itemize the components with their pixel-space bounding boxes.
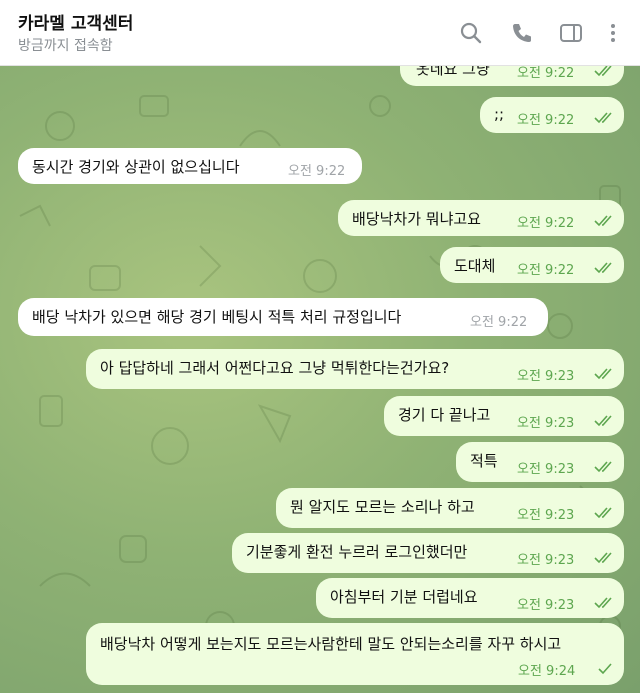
message-bubble-outgoing[interactable]: 옷네요 그냥 오전 9:22	[400, 66, 624, 86]
message-bubble-outgoing[interactable]: 적특 오전 9:23	[456, 442, 624, 482]
message-bubble-outgoing[interactable]: 배당낙차가 뭐냐고요 오전 9:22	[338, 200, 624, 236]
message-bubble-outgoing[interactable]: 경기 다 끝나고 오전 9:23	[384, 396, 624, 436]
message-time: 오전 9:22	[470, 315, 528, 330]
chat-title[interactable]: 카라멜 고객센터	[18, 9, 133, 34]
message-text: 아 답답하네 그래서 어쩐다고요 그냥 먹튀한다는건가요?	[100, 359, 450, 377]
read-checkmarks-icon	[594, 66, 612, 77]
message-time: 오전 9:23	[517, 369, 575, 384]
message-text: 경기 다 끝나고	[398, 406, 491, 424]
message-text: 옷네요 그냥	[416, 66, 490, 78]
message-time: 오전 9:23	[517, 598, 575, 613]
message-text: 배당 낙차가 있으면 해당 경기 베팅시 적특 처리 규정입니다	[32, 308, 402, 326]
read-checkmarks-icon	[594, 552, 612, 564]
sidebar-icon[interactable]	[558, 20, 584, 46]
message-time: 오전 9:23	[517, 416, 575, 431]
read-checkmarks-icon	[594, 368, 612, 380]
read-checkmarks-icon	[594, 461, 612, 473]
message-time: 오전 9:23	[517, 553, 575, 568]
read-checkmarks-icon	[594, 215, 612, 227]
message-time: 오전 9:22	[517, 263, 575, 278]
message-bubble-outgoing[interactable]: 기분좋게 환전 누르러 로그인했더만 오전 9:23	[232, 533, 624, 573]
message-bubble-outgoing[interactable]: ;; 오전 9:22	[480, 97, 624, 133]
more-icon[interactable]	[600, 20, 626, 46]
message-time: 오전 9:23	[517, 508, 575, 523]
message-time: 오전 9:23	[517, 462, 575, 477]
message-time: 오전 9:22	[288, 164, 346, 179]
message-time: 오전 9:22	[517, 66, 575, 81]
sent-checkmark-icon	[598, 663, 612, 675]
message-time: 오전 9:22	[517, 216, 575, 231]
phone-icon[interactable]	[509, 20, 535, 46]
search-icon[interactable]	[458, 20, 484, 46]
read-checkmarks-icon	[594, 262, 612, 274]
message-bubble-outgoing[interactable]: 뭔 알지도 모르는 소리나 하고 오전 9:23	[276, 488, 624, 528]
read-checkmarks-icon	[594, 597, 612, 609]
message-time: 오전 9:22	[517, 113, 575, 128]
message-text: 동시간 경기와 상관이 없으십니다	[32, 158, 240, 176]
message-text: ;;	[494, 105, 505, 123]
message-text: 적특	[470, 452, 498, 470]
message-bubble-incoming[interactable]: 동시간 경기와 상관이 없으십니다 오전 9:22	[18, 148, 362, 184]
read-checkmarks-icon	[594, 507, 612, 519]
message-text: 도대체	[454, 257, 496, 275]
message-text: 기분좋게 환전 누르러 로그인했더만	[246, 543, 468, 561]
message-bubble-outgoing[interactable]: 아 답답하네 그래서 어쩐다고요 그냥 먹튀한다는건가요? 오전 9:23	[86, 349, 624, 389]
chat-area[interactable]: 옷네요 그냥 오전 9:22 ;; 오전 9:22 동시간 경기와 상관이 없으…	[0, 66, 640, 693]
message-bubble-outgoing[interactable]: 아침부터 기분 더럽네요 오전 9:23	[316, 578, 624, 618]
read-checkmarks-icon	[594, 415, 612, 427]
message-text: 배당낙차가 뭐냐고요	[352, 210, 481, 228]
message-text: 뭔 알지도 모르는 소리나 하고	[290, 498, 475, 516]
message-text: 아침부터 기분 더럽네요	[330, 588, 478, 606]
message-time: 오전 9:24	[518, 664, 576, 679]
message-bubble-incoming[interactable]: 배당 낙차가 있으면 해당 경기 베팅시 적특 처리 규정입니다 오전 9:22	[18, 298, 548, 336]
message-bubble-outgoing[interactable]: 배당낙차 어떻게 보는지도 모르는사람한테 말도 안되는소리를 자꾸 하시고 오…	[86, 623, 624, 685]
chat-header: 카라멜 고객센터 방금까지 접속함	[0, 0, 640, 66]
message-text: 배당낙차 어떻게 보는지도 모르는사람한테 말도 안되는소리를 자꾸 하시고	[100, 635, 562, 653]
message-bubble-outgoing[interactable]: 도대체 오전 9:22	[440, 247, 624, 283]
read-checkmarks-icon	[594, 112, 612, 124]
last-seen-status: 방금까지 접속함	[18, 38, 113, 54]
